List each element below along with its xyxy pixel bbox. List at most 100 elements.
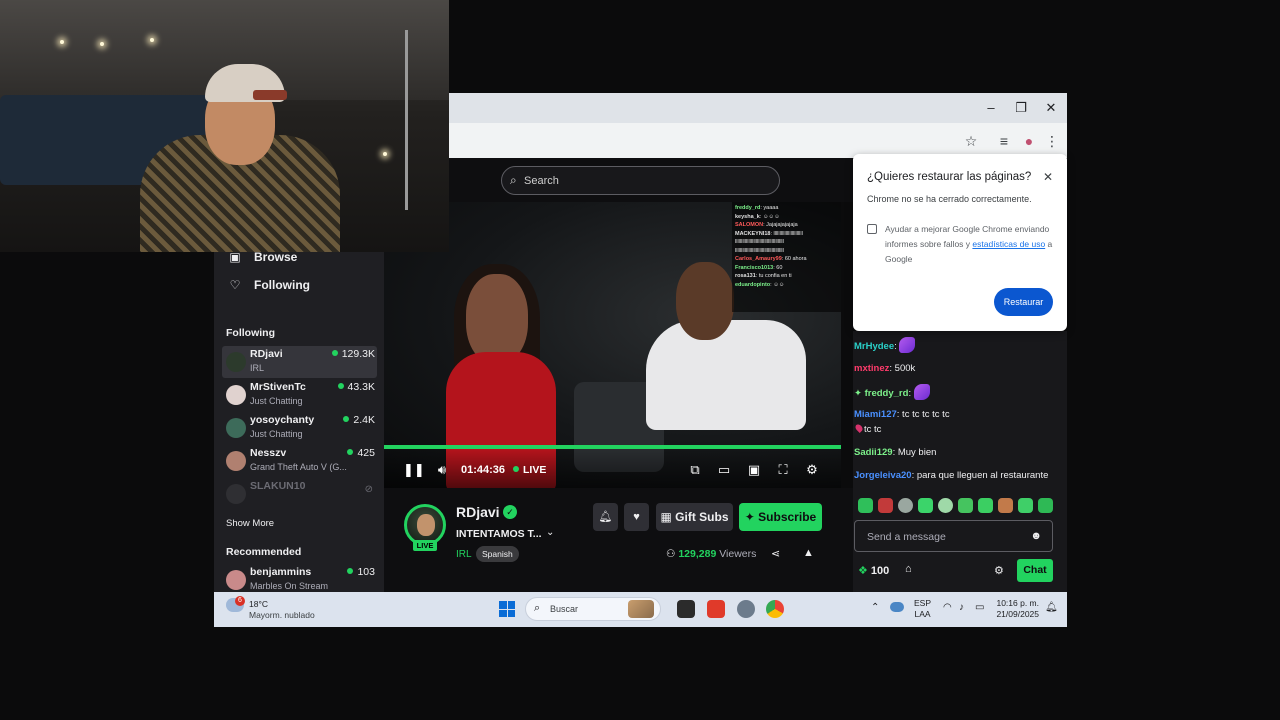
restore-pages-dialog: ¿Quieres restaurar las páginas? ✕ Chrome…: [853, 154, 1067, 331]
theatre-mode-icon[interactable]: ▭: [715, 462, 733, 478]
settings-gear-icon[interactable]: ⚙: [803, 462, 821, 478]
sidebar-channel-mrstiventc[interactable]: MrStivenTc Just Chatting 43.3K: [222, 379, 377, 411]
profile-avatar-icon[interactable]: ●: [1019, 131, 1039, 151]
search-box[interactable]: ⌕: [501, 166, 780, 195]
browser-window: – ❐ ✕ ☆ ≡ ● ⋮: [449, 93, 1067, 158]
chat-input-box[interactable]: ☻: [854, 520, 1053, 552]
sidebar-channel-benjammins[interactable]: benjammins Marbles On Stream 103: [222, 564, 377, 592]
battery-icon[interactable]: ▭: [975, 602, 984, 613]
stream-chat-line: SALOMON: Jajajajajajaja: [735, 221, 838, 230]
stream-chat-text: llllllllllllllllllllllllllllllllllllllll: [735, 239, 784, 245]
volume-button[interactable]: 🔊︎: [433, 462, 451, 478]
share-icon[interactable]: ⋖: [771, 547, 780, 560]
chat-username[interactable]: Miami127: [854, 409, 897, 420]
person-icon: ⚇: [666, 548, 679, 560]
keyboard-layout: LAA: [914, 609, 931, 619]
chat-input[interactable]: [867, 528, 1027, 546]
chevron-down-icon[interactable]: ⌄: [546, 527, 554, 538]
system-clock[interactable]: 10:16 p. m. 21/09/2025: [995, 598, 1039, 620]
subscribe-button[interactable]: ✦ Subscribe: [739, 503, 822, 531]
chat-settings-gear-icon[interactable]: ⚙: [994, 564, 1004, 577]
channel-category: IRL: [250, 363, 265, 373]
report-warning-icon[interactable]: ▲: [803, 547, 814, 559]
pause-button[interactable]: ❚❚: [403, 462, 425, 478]
chat-username[interactable]: Jorgeleiva20: [854, 470, 912, 481]
channel-name: Nesszv: [250, 447, 287, 459]
taskbar-search[interactable]: ⌕ Buscar: [525, 597, 661, 621]
stream-chat-overlay: freddy_rd: yaaaa keysha_k: ☺☺☺ SALOMON: Ja…: [732, 202, 841, 312]
store-icon[interactable]: ⌂: [905, 563, 912, 575]
channel-name[interactable]: RDjavi: [456, 504, 500, 520]
chat-username[interactable]: freddy_rd: [865, 388, 909, 399]
tray-chevron-up-icon[interactable]: ⌃: [871, 602, 879, 613]
maximize-button[interactable]: ❐: [1013, 100, 1029, 116]
show-more-link[interactable]: Show More: [226, 518, 274, 529]
stream-chat-text: : yaaaa: [760, 205, 779, 211]
chrome-icon[interactable]: [766, 600, 784, 618]
clip-icon[interactable]: ⧉: [686, 462, 704, 478]
sidebar-channel-slakun10[interactable]: SLAKUN10 ⊘: [222, 478, 377, 510]
emote-icon[interactable]: [878, 498, 893, 513]
emote-icon[interactable]: [1018, 498, 1033, 513]
emote-icon[interactable]: [938, 498, 953, 513]
close-icon[interactable]: ✕: [1043, 170, 1053, 184]
video-player[interactable]: freddy_rd: yaaaa keysha_k: ☺☺☺ SALOMON: Ja…: [384, 202, 841, 488]
chat-username[interactable]: Sadii129: [854, 447, 893, 458]
notification-bell-button[interactable]: 🔔︎: [593, 503, 618, 531]
notifications-bell-icon[interactable]: 🔔︎: [1045, 602, 1058, 613]
emote-icon[interactable]: [898, 498, 913, 513]
sidebar-channel-yosoychanty[interactable]: yosoychanty Just Chatting 2.4K: [222, 412, 377, 444]
avatar: [226, 352, 246, 372]
settings-app-icon[interactable]: [737, 600, 755, 618]
nav-following-label: Following: [254, 278, 310, 292]
emote-icon[interactable]: [998, 498, 1013, 513]
restore-button[interactable]: Restaurar: [994, 288, 1053, 316]
stream-category[interactable]: IRL: [456, 549, 472, 560]
browser-menu-icon[interactable]: ⋮: [1042, 131, 1062, 151]
gift-subs-button[interactable]: ▦ Gift Subs: [656, 503, 733, 531]
wifi-icon[interactable]: ◠: [943, 602, 952, 613]
taskbar-search-label: Buscar: [550, 604, 579, 614]
emote-icon[interactable]: [978, 498, 993, 513]
close-window-button[interactable]: ✕: [1043, 100, 1059, 116]
usage-stats-link[interactable]: estadísticas de uso: [972, 239, 1045, 249]
stream-chat-line: Carlos_Amaury99: 60 ahora: [735, 255, 838, 264]
onedrive-icon[interactable]: [890, 602, 904, 612]
picture-in-picture-icon[interactable]: ▣: [745, 462, 763, 478]
bookmark-star-icon[interactable]: ☆: [961, 131, 981, 151]
sidebar-channel-nesszv[interactable]: Nesszv Grand Theft Auto V (G... 425: [222, 445, 377, 477]
chat-username[interactable]: mxtinez: [854, 363, 889, 374]
chat-text: tc tc: [864, 424, 882, 435]
avatar: [226, 385, 246, 405]
recommended-section-title: Recommended: [226, 546, 302, 558]
webcam-rail: [405, 30, 445, 210]
stream-chat-user: eduardopinto: [735, 281, 771, 288]
language-indicator[interactable]: ESP LAA: [914, 598, 931, 620]
search-highlight-image: [628, 600, 654, 618]
reading-list-icon[interactable]: ≡: [994, 131, 1014, 151]
emote-icon[interactable]: [958, 498, 973, 513]
chat-username[interactable]: MrHydee: [854, 341, 894, 352]
minimize-button[interactable]: –: [983, 100, 999, 116]
nav-following[interactable]: ♡ Following: [228, 276, 310, 294]
emote-icon[interactable]: [918, 498, 933, 513]
usage-stats-checkbox[interactable]: [867, 224, 877, 234]
sidebar-channel-rdjavi[interactable]: RDjavi IRL 129.3K: [222, 346, 377, 378]
windows-start-icon[interactable]: [499, 601, 515, 617]
search-input[interactable]: [524, 172, 764, 190]
stream-chat-line: llllllllllllllllllllllllllllllllllllllll: [735, 247, 838, 256]
fullscreen-icon[interactable]: ⛶: [774, 462, 792, 478]
channel-points[interactable]: ❖ 100: [858, 564, 889, 577]
task-view-icon[interactable]: [677, 600, 695, 618]
stream-tag[interactable]: Spanish: [476, 546, 519, 562]
chat-send-button[interactable]: Chat: [1017, 559, 1053, 582]
emote-picker-icon[interactable]: ☻: [1030, 530, 1042, 542]
speaker-icon[interactable]: ♪: [959, 602, 964, 613]
emote-icon[interactable]: [858, 498, 873, 513]
channel-name: SLAKUN10: [250, 480, 306, 492]
emote-icon[interactable]: [1038, 498, 1053, 513]
video-person-head: [466, 274, 528, 364]
webcam-overlay: [0, 0, 449, 252]
follow-heart-button[interactable]: ♥: [624, 503, 649, 531]
brave-browser-icon[interactable]: [707, 600, 725, 618]
